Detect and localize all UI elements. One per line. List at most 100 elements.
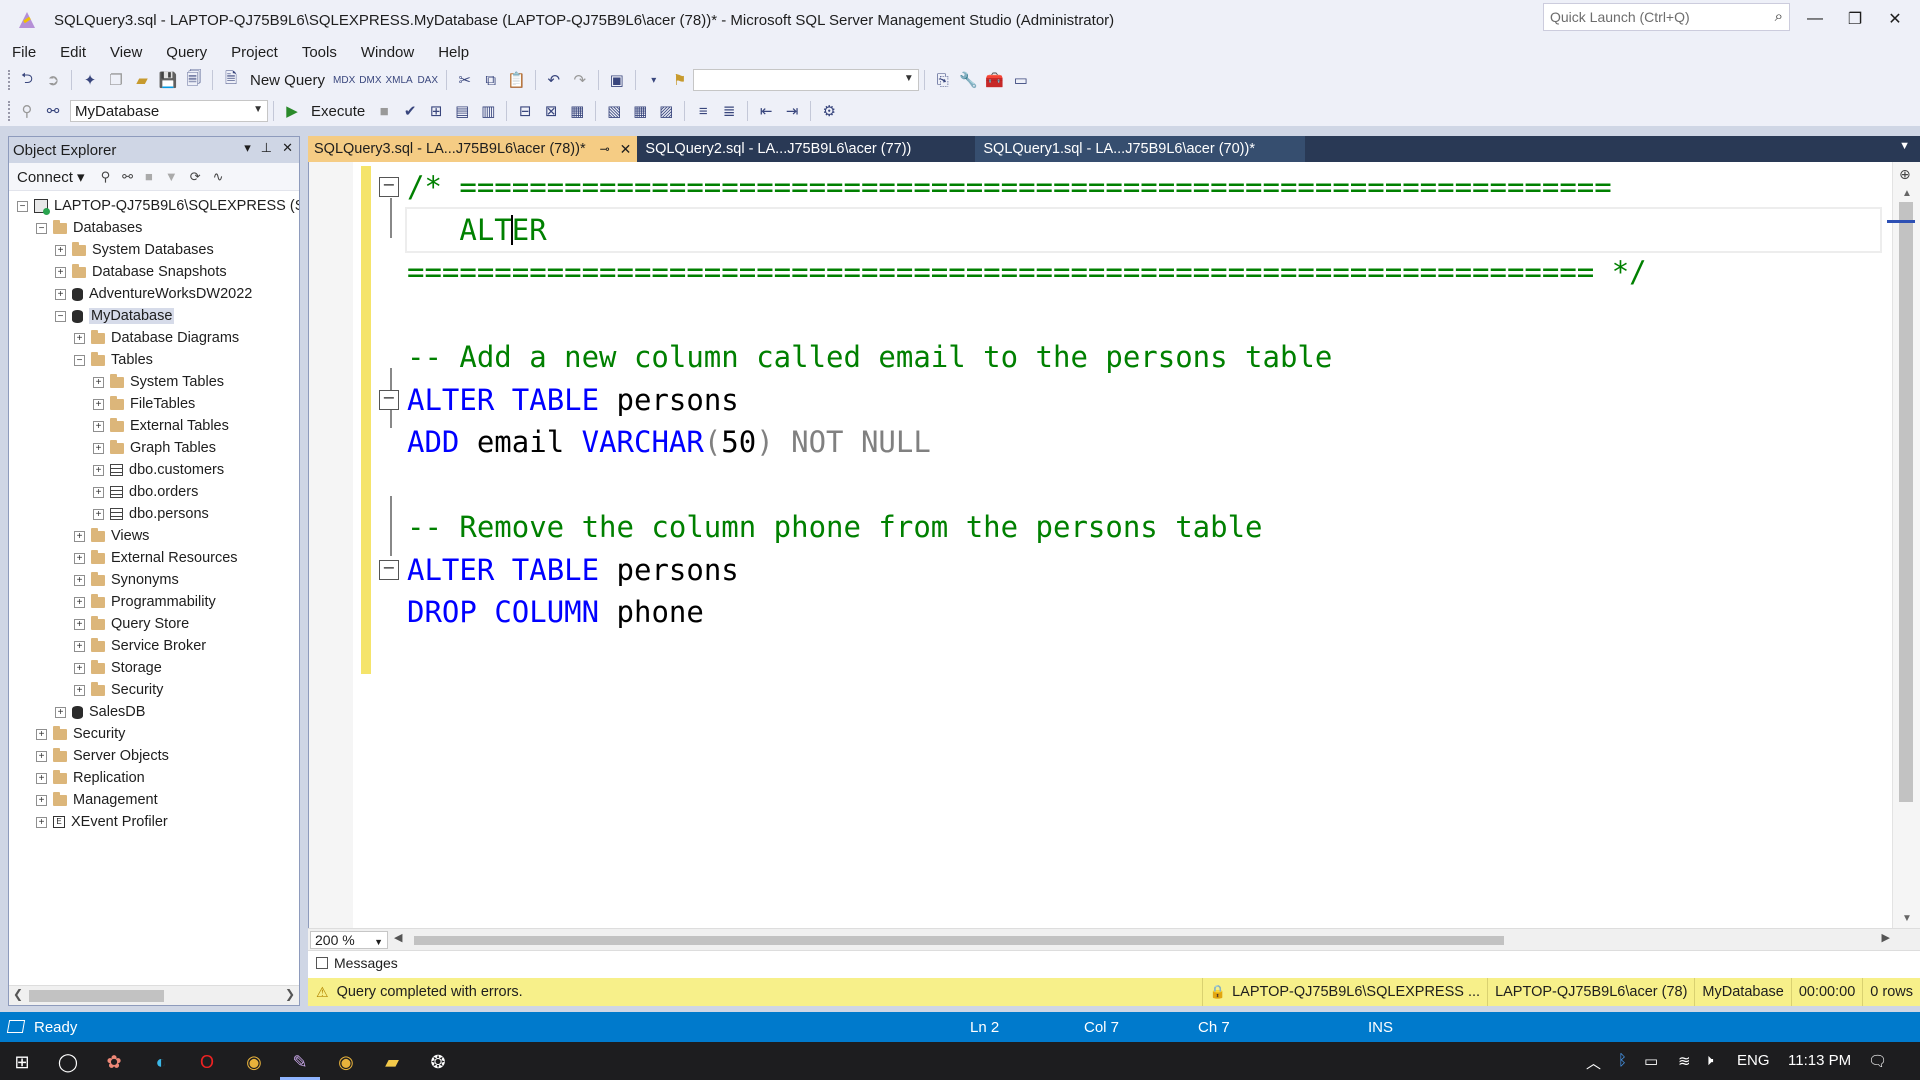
activity-monitor-icon[interactable]: ▣ bbox=[606, 68, 628, 92]
tree-node[interactable]: + Synonyms bbox=[9, 569, 299, 591]
scroll-up-icon[interactable]: ▲ bbox=[1902, 188, 1912, 199]
expand-icon[interactable]: + bbox=[74, 684, 85, 696]
code-line[interactable]: − ALTER TABLE persons bbox=[379, 379, 1880, 422]
tree-node[interactable]: + Programmability bbox=[9, 591, 299, 613]
tree-node[interactable]: + External Resources bbox=[9, 547, 299, 569]
dmx-query-icon[interactable]: DMX bbox=[359, 68, 381, 92]
split-icon[interactable]: ⊕ bbox=[1899, 166, 1911, 183]
specify-values-icon[interactable]: ⚙ bbox=[818, 99, 840, 123]
tree-node[interactable]: + Management bbox=[9, 789, 299, 811]
quick-launch-input[interactable]: Quick Launch (Ctrl+Q) ⌕ bbox=[1543, 3, 1790, 31]
panel-menu-icon[interactable]: ▾ bbox=[244, 140, 251, 156]
add-item-icon[interactable]: ❐ bbox=[105, 68, 127, 92]
expand-icon[interactable]: + bbox=[93, 508, 104, 520]
opera-icon[interactable]: O bbox=[193, 1048, 221, 1076]
properties-icon[interactable]: 🔧 bbox=[958, 68, 980, 92]
query-designer-icon[interactable]: ▤ bbox=[451, 99, 473, 123]
tree-node[interactable]: + dbo.customers bbox=[9, 459, 299, 481]
tree-node[interactable]: + Storage bbox=[9, 657, 299, 679]
save-all-icon[interactable]: 🗐 bbox=[183, 68, 205, 92]
tree-node[interactable]: + System Tables bbox=[9, 371, 299, 393]
collapse-region-icon[interactable]: − bbox=[379, 559, 399, 580]
results-to-file-icon[interactable]: ▨ bbox=[655, 99, 677, 123]
collapse-icon[interactable]: − bbox=[74, 354, 85, 366]
chevron-up-icon[interactable]: ︿ bbox=[1586, 1052, 1601, 1073]
dax-query-icon[interactable]: DAX bbox=[417, 68, 439, 92]
parse-icon[interactable]: ✔ bbox=[399, 99, 421, 123]
include-plan-icon[interactable]: ⊟ bbox=[514, 99, 536, 123]
filter-icon[interactable]: ▼ bbox=[165, 169, 178, 184]
increase-indent-icon[interactable]: ⇥ bbox=[781, 99, 803, 123]
menu-query[interactable]: Query bbox=[154, 44, 219, 61]
menu-view[interactable]: View bbox=[98, 44, 154, 61]
collapse-icon[interactable]: − bbox=[36, 222, 47, 234]
execute-button[interactable]: Execute bbox=[307, 99, 369, 123]
close-window-button[interactable]: ✕ bbox=[1880, 6, 1910, 32]
expand-icon[interactable]: + bbox=[93, 442, 104, 454]
close-tab-icon[interactable]: ✕ bbox=[620, 141, 632, 158]
window-layout-icon[interactable]: ▭ bbox=[1010, 68, 1032, 92]
database-select[interactable]: MyDatabase ▼ bbox=[70, 100, 268, 122]
live-stats-icon[interactable]: ⊠ bbox=[540, 99, 562, 123]
zoom-select[interactable]: 200 % ▼ bbox=[310, 931, 388, 949]
results-to-icon[interactable]: ▥ bbox=[477, 99, 499, 123]
expand-icon[interactable]: + bbox=[74, 574, 85, 586]
connect-plug-icon[interactable]: ⚲ bbox=[101, 169, 111, 185]
menu-window[interactable]: Window bbox=[349, 44, 426, 61]
code-line[interactable] bbox=[407, 464, 1880, 507]
clock[interactable]: 11:13 PM bbox=[1788, 1052, 1851, 1069]
expand-icon[interactable]: + bbox=[74, 596, 85, 608]
minimize-button[interactable]: — bbox=[1800, 6, 1830, 32]
tab-sqlquery3[interactable]: SQLQuery3.sql - LA...J75B9L6\acer (78))*… bbox=[308, 136, 638, 162]
expand-icon[interactable]: + bbox=[55, 288, 66, 300]
tree-node[interactable]: + dbo.orders bbox=[9, 481, 299, 503]
new-query-button[interactable]: New Query bbox=[246, 68, 329, 92]
tab-overflow-icon[interactable]: ▼ bbox=[1899, 140, 1910, 152]
ssms-taskbar-icon[interactable]: ✎ bbox=[286, 1048, 314, 1076]
expand-icon[interactable]: + bbox=[55, 706, 66, 718]
close-panel-icon[interactable]: ✕ bbox=[282, 140, 293, 156]
code-line[interactable]: ALTER bbox=[405, 206, 1882, 253]
code-line[interactable]: -- Remove the column phone from the pers… bbox=[407, 506, 1880, 549]
code-line[interactable]: − ALTER TABLE persons bbox=[379, 549, 1880, 592]
paste-icon[interactable]: 📋 bbox=[506, 68, 528, 92]
scroll-right-icon[interactable]: ▶ bbox=[1882, 931, 1890, 944]
menu-project[interactable]: Project bbox=[219, 44, 290, 61]
menu-file[interactable]: File bbox=[0, 44, 48, 61]
bluetooth-icon[interactable]: ᛒ bbox=[1618, 1052, 1627, 1069]
tree-node[interactable]: + System Databases bbox=[9, 239, 299, 261]
redo-icon[interactable]: ↷ bbox=[569, 68, 591, 92]
xmla-query-icon[interactable]: XMLA bbox=[386, 68, 413, 92]
windows-start-icon[interactable]: ⊞ bbox=[8, 1048, 36, 1076]
code-line[interactable]: ========================================… bbox=[407, 251, 1880, 294]
volume-icon[interactable]: 🕨 bbox=[1704, 1052, 1713, 1069]
decrease-indent-icon[interactable]: ⇤ bbox=[755, 99, 777, 123]
tree-node[interactable]: − MyDatabase bbox=[9, 305, 299, 327]
code-line[interactable]: -- Add a new column called email to the … bbox=[407, 336, 1880, 379]
cancel-query-icon[interactable]: ■ bbox=[373, 99, 395, 123]
tree-node[interactable]: + Service Broker bbox=[9, 635, 299, 657]
code-line[interactable]: DROP COLUMN phone bbox=[407, 591, 1880, 634]
code-area[interactable]: −/* ====================================… bbox=[379, 166, 1882, 634]
code-line[interactable]: ADD email VARCHAR(50) NOT NULL bbox=[407, 421, 1880, 464]
expand-icon[interactable]: + bbox=[74, 552, 85, 564]
expand-icon[interactable]: + bbox=[93, 420, 104, 432]
tree-node[interactable]: + Server Objects bbox=[9, 745, 299, 767]
refresh-icon[interactable]: ⟳ bbox=[190, 169, 201, 185]
new-query-icon[interactable]: 🗎 bbox=[220, 68, 242, 92]
solution-explorer-icon[interactable]: ⎘ bbox=[932, 68, 954, 92]
scroll-left-icon[interactable]: ❮ bbox=[13, 987, 23, 1001]
connect-icon[interactable]: ⚲ bbox=[16, 99, 38, 123]
tree-node[interactable]: + Query Store bbox=[9, 613, 299, 635]
tree-node[interactable]: − LAPTOP-QJ75B9L6\SQLEXPRESS (SQL bbox=[9, 195, 299, 217]
scroll-thumb[interactable] bbox=[29, 990, 164, 1002]
language-indicator[interactable]: ENG bbox=[1737, 1052, 1770, 1069]
expand-icon[interactable]: + bbox=[93, 376, 104, 388]
chrome-profile-icon[interactable]: ◉ bbox=[332, 1048, 360, 1076]
tree-node[interactable]: + Security bbox=[9, 723, 299, 745]
display-plan-icon[interactable]: ⊞ bbox=[425, 99, 447, 123]
expand-icon[interactable]: + bbox=[36, 794, 47, 806]
expand-icon[interactable]: + bbox=[93, 464, 104, 476]
tree-node[interactable]: + E XEvent Profiler bbox=[9, 811, 299, 833]
back-icon[interactable]: ⮌ bbox=[16, 68, 38, 92]
